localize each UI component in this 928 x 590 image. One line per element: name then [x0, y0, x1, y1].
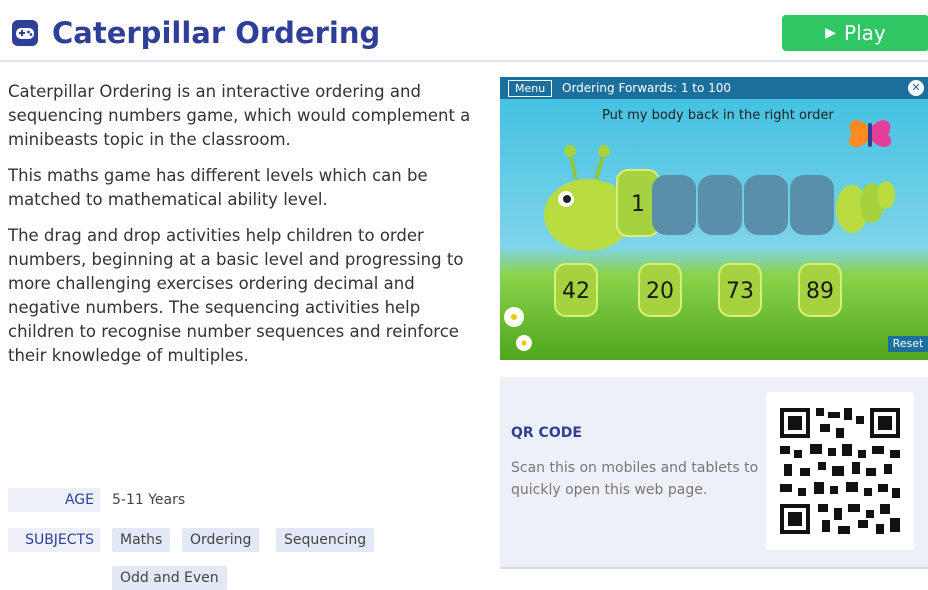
game-toolbar: Menu Ordering Forwards: 1 to 100 ✕ — [500, 77, 928, 99]
game-menu-button[interactable]: Menu — [508, 80, 553, 97]
description-paragraph: Caterpillar Ordering is an interactive o… — [8, 82, 471, 149]
subject-tag-odd-and-even[interactable]: Odd and Even — [112, 566, 227, 590]
empty-body-slot — [744, 175, 788, 235]
qr-code-title: QR CODE — [511, 425, 582, 441]
play-button[interactable]: ▶ Play — [782, 15, 928, 51]
age-label: AGE — [8, 488, 100, 512]
qr-code-text: Scan this on mobiles and tablets to quic… — [511, 460, 759, 498]
play-icon: ▶ — [825, 25, 837, 41]
daisy-icon — [504, 307, 524, 327]
daisy-icon — [516, 335, 532, 351]
empty-body-slot — [698, 175, 742, 235]
game-reset-button[interactable]: Reset — [888, 336, 928, 352]
game-description: Caterpillar Ordering is an interactive o… — [8, 80, 478, 380]
caterpillar-tail-icon — [836, 181, 895, 233]
subject-tag-maths[interactable]: Maths — [112, 528, 171, 552]
game-instruction: Put my body back in the right order — [602, 108, 834, 123]
draggable-number-piece[interactable]: 89 — [798, 263, 842, 317]
page-title: Caterpillar Ordering — [52, 16, 381, 50]
draggable-number-piece[interactable]: 42 — [554, 263, 598, 317]
game-preview[interactable]: Menu Ordering Forwards: 1 to 100 ✕ Put m… — [500, 77, 928, 360]
empty-body-slot — [790, 175, 834, 235]
draggable-number-piece[interactable]: 20 — [638, 263, 682, 317]
draggable-number-piece[interactable]: 73 — [718, 263, 762, 317]
close-icon[interactable]: ✕ — [908, 80, 924, 96]
description-paragraph: The drag and drop activities help childr… — [8, 226, 464, 365]
subject-tag-ordering[interactable]: Ordering — [182, 528, 260, 552]
page-header: Caterpillar Ordering ▶ Play — [0, 0, 928, 62]
butterfly-icon — [848, 120, 892, 148]
empty-body-slot — [652, 175, 696, 235]
qr-code-image — [766, 392, 914, 550]
subject-tag-sequencing[interactable]: Sequencing — [276, 528, 375, 552]
gamepad-icon — [12, 20, 38, 46]
subjects-label: SUBJECTS — [8, 528, 100, 552]
game-level-title: Ordering Forwards: 1 to 100 — [562, 81, 732, 95]
age-value: 5-11 Years — [112, 492, 186, 508]
play-label: Play — [844, 21, 886, 45]
description-paragraph: This maths game has different levels whi… — [8, 166, 428, 209]
qr-code-card: QR CODE Scan this on mobiles and tablets… — [500, 377, 928, 569]
